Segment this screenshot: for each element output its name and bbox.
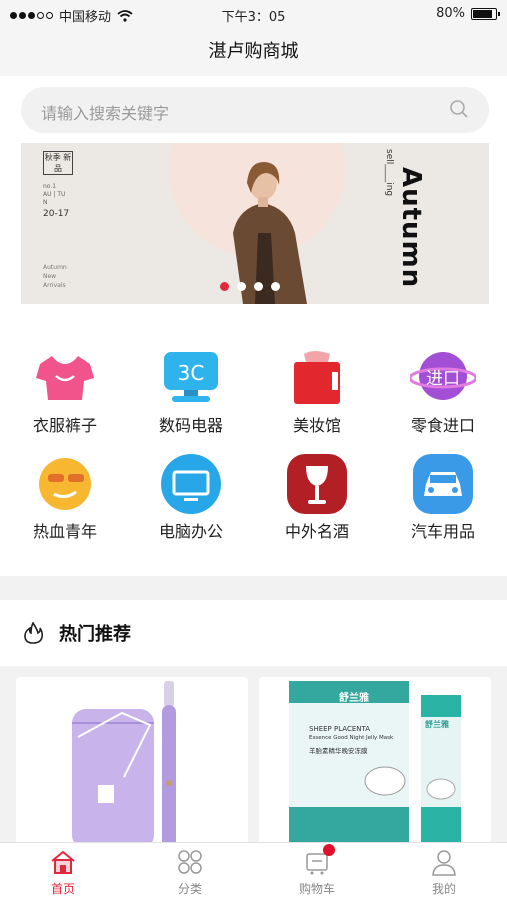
pager-dot[interactable]	[254, 282, 263, 291]
computer-icon	[158, 454, 224, 514]
category-snacks[interactable]: 进口 零食进口	[398, 348, 488, 436]
product-name-en: SHEEP PLACENTA	[309, 725, 371, 733]
cart-icon	[303, 844, 335, 876]
3c-monitor-icon: 3C	[158, 348, 224, 408]
svg-text:+: +	[84, 461, 94, 475]
user-icon	[430, 848, 458, 876]
bottom-tab-bar: 首页 分类 购物车 我的	[0, 842, 507, 900]
banner-badge: 秋季 新品	[43, 151, 73, 175]
svg-text:进口: 进口	[426, 369, 460, 389]
cool-face-icon: +	[32, 454, 98, 514]
product-image-jelly-mask	[259, 677, 491, 847]
clock: 下午3：05	[221, 10, 286, 25]
search-icon[interactable]	[449, 99, 469, 119]
tab-profile[interactable]: 我的	[381, 843, 507, 900]
product-subtitle: Essence Good Night Jelly Mask	[309, 735, 394, 741]
shopping-bag-icon	[284, 348, 350, 408]
grid-circles-icon	[176, 848, 204, 876]
pager-dot[interactable]	[220, 282, 229, 291]
search-section: 请输入搜索关键字	[0, 76, 507, 138]
cart-badge	[323, 844, 335, 856]
banner-pager[interactable]	[220, 282, 280, 291]
status-bar: 中国移动 下午3：05 80%	[0, 0, 507, 28]
banner-side-text: sell____ing	[384, 149, 394, 197]
banner-headline: Autumn	[396, 167, 426, 289]
promo-banner[interactable]: 秋季 新品 no.1 AU | TU N 20-17 Autumn New Arriva…	[21, 143, 489, 304]
svg-text:3C: 3C	[178, 361, 205, 385]
tshirt-icon	[32, 348, 98, 408]
import-planet-icon: 进口	[408, 348, 478, 408]
product-image-toothbrush	[16, 677, 248, 847]
category-auto[interactable]: 汽车用品	[398, 454, 488, 542]
product-card[interactable]: 舒兰雅 SHEEP PLACENTA Essence Good Night Je…	[259, 677, 491, 847]
wine-glass-icon	[284, 454, 350, 514]
tab-home[interactable]: 首页	[0, 843, 126, 900]
product-card[interactable]	[16, 677, 248, 847]
pager-dot[interactable]	[237, 282, 246, 291]
category-wine[interactable]: 中外名酒	[272, 454, 362, 542]
category-digital[interactable]: 3C 数码电器	[146, 348, 236, 436]
search-placeholder: 请输入搜索关键字	[41, 104, 170, 123]
category-youth[interactable]: + 热血青年	[20, 454, 110, 542]
tab-category[interactable]: 分类	[127, 843, 253, 900]
product-side-brand: 舒兰雅	[425, 720, 449, 729]
product-brand: 舒兰雅	[339, 693, 369, 704]
battery-icon	[471, 7, 500, 20]
tab-cart[interactable]: 购物车	[254, 843, 380, 900]
banner-fine-print: no.1 AU | TU N	[43, 183, 66, 206]
home-icon	[49, 848, 77, 876]
battery-percent: 80%	[436, 6, 465, 21]
flame-icon	[24, 622, 43, 644]
category-clothes[interactable]: 衣服裤子	[20, 348, 110, 436]
hot-section-title: 热门推荐	[59, 624, 131, 645]
hot-section-header: 热门推荐	[0, 600, 507, 666]
car-icon	[410, 454, 476, 514]
category-beauty[interactable]: 美妆馆	[272, 348, 362, 436]
category-computer[interactable]: 电脑办公	[146, 454, 236, 542]
banner-fine-print-bottom: Autumn New Arrivals	[43, 264, 67, 289]
page-title: 湛卢购商城	[0, 28, 507, 76]
product-name-cn: 羊胎素精华晚安冻膜	[309, 747, 368, 755]
pager-dot[interactable]	[271, 282, 280, 291]
banner-date: 20-17	[43, 209, 70, 219]
search-input[interactable]: 请输入搜索关键字	[21, 87, 489, 133]
